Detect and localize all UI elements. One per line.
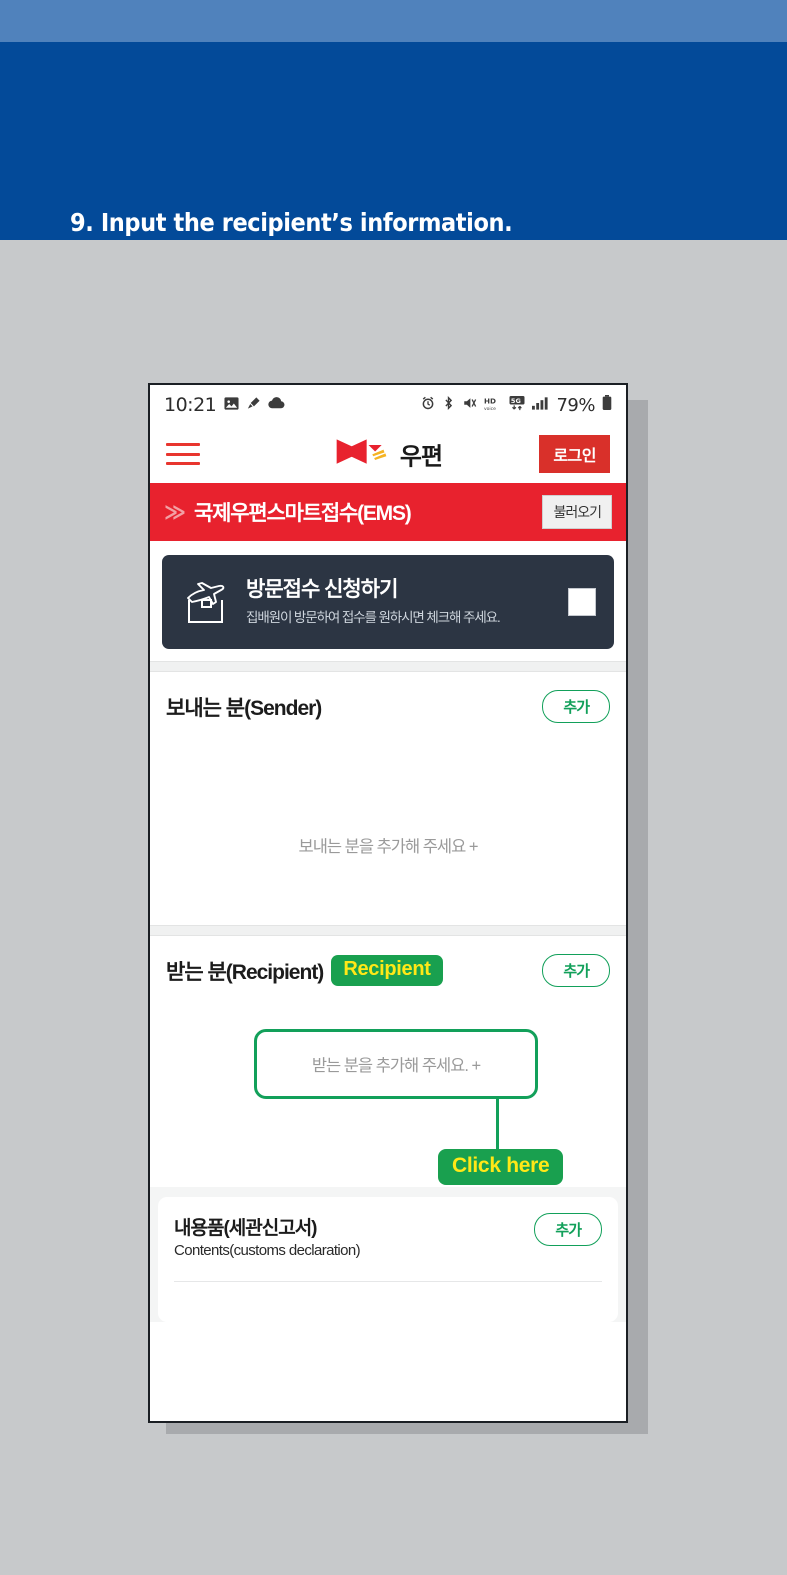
airplane-box-icon <box>178 578 232 626</box>
recipient-body: 받는 분을 추가해 주세요. + Click here <box>166 987 610 1187</box>
service-title: 국제우편스마트접수(EMS) <box>193 502 412 525</box>
status-clock: 10:21 <box>164 394 217 416</box>
svg-text:HD: HD <box>484 396 496 405</box>
sender-title: 보내는 분(Sender) <box>166 696 322 720</box>
status-bar: 10:21 HD voice 5G 79% <box>150 385 626 425</box>
click-here-callout: Click here <box>438 1149 564 1186</box>
section-divider <box>150 925 626 936</box>
instruction-banner: 9. Input the recipient’s information. <box>0 42 787 240</box>
load-saved-button[interactable]: 불러오기 <box>542 495 612 529</box>
svg-text:voice: voice <box>484 405 496 410</box>
phone-mockup: 10:21 HD voice 5G 79% 우편 로그인 ≫ 국제우편스마트접수… <box>148 383 628 1423</box>
add-contents-button[interactable]: 추가 <box>534 1213 602 1246</box>
page-root: 9. Input the recipient’s information. 10… <box>0 0 787 1575</box>
add-recipient-button[interactable]: 추가 <box>542 954 610 987</box>
5g-icon: 5G <box>509 395 525 415</box>
app-header: 우편 로그인 <box>150 425 626 483</box>
brand-lockup: 우편 <box>334 437 443 472</box>
alarm-icon <box>421 396 435 414</box>
contents-subtitle: Contents(customs declaration) <box>174 1242 361 1259</box>
visit-card-subtitle: 집배원이 방문하여 접수를 원하시면 체크해 주세요. <box>246 610 501 626</box>
contents-divider <box>174 1281 602 1282</box>
contents-card: 내용품(세관신고서) Contents(customs declaration)… <box>158 1197 618 1322</box>
add-recipient-dropzone[interactable]: 받는 분을 추가해 주세요. + <box>254 1029 538 1099</box>
image-icon <box>224 396 239 415</box>
brand-text: 우편 <box>399 443 443 471</box>
add-sender-button[interactable]: 추가 <box>542 690 610 723</box>
recipient-header: 받는 분(Recipient) Recipient 추가 <box>166 936 610 987</box>
status-left-icons <box>224 396 285 415</box>
recipient-title: 받는 분(Recipient) <box>166 960 324 984</box>
visit-pickup-checkbox[interactable] <box>568 588 596 616</box>
status-right-icons: HD voice 5G 79% <box>421 395 612 416</box>
contents-titles: 내용품(세관신고서) Contents(customs declaration) <box>174 1213 361 1259</box>
contents-header: 내용품(세관신고서) Contents(customs declaration)… <box>174 1213 602 1259</box>
cloud-icon <box>268 396 285 414</box>
contents-section: 내용품(세관신고서) Contents(customs declaration)… <box>150 1187 626 1322</box>
phone-screen: 10:21 HD voice 5G 79% 우편 로그인 ≫ 국제우편스마트접수… <box>150 385 626 1421</box>
page-title: 9. Input the recipient’s information. <box>70 208 513 237</box>
section-divider <box>150 661 626 672</box>
hamburger-icon[interactable] <box>166 443 200 465</box>
callout-connector-line <box>496 1099 499 1151</box>
visit-card-title: 방문접수 신청하기 <box>246 577 398 601</box>
chevron-right-icon: ≫ <box>164 500 186 524</box>
battery-icon <box>602 395 612 415</box>
signal-bars-icon <box>532 396 549 414</box>
visit-card-texts: 방문접수 신청하기 집배원이 방문하여 접수를 원하시면 체크해 주세요. <box>246 578 568 626</box>
sender-empty-hint[interactable]: 보내는 분을 추가해 주세요 + <box>166 833 610 857</box>
svg-text:5G: 5G <box>511 396 521 404</box>
recipient-section: 받는 분(Recipient) Recipient 추가 받는 분을 추가해 주… <box>150 936 626 1187</box>
login-button[interactable]: 로그인 <box>539 435 610 473</box>
sender-body: 보내는 분을 추가해 주세요 + <box>166 723 610 925</box>
bluetooth-icon <box>442 396 455 414</box>
mute-icon <box>462 396 477 414</box>
contents-title: 내용품(세관신고서) <box>174 1218 318 1239</box>
recipient-annotation-badge: Recipient <box>331 955 443 986</box>
hd-voice-icon: HD voice <box>484 396 502 415</box>
korea-post-logo-icon <box>334 437 392 472</box>
paint-icon <box>246 396 261 415</box>
sender-header: 보내는 분(Sender) 추가 <box>166 672 610 723</box>
top-accent-strip <box>0 0 787 42</box>
visit-card-wrapper: 방문접수 신청하기 집배원이 방문하여 접수를 원하시면 체크해 주세요. <box>150 541 626 661</box>
battery-percent: 79% <box>556 394 595 416</box>
visit-pickup-card[interactable]: 방문접수 신청하기 집배원이 방문하여 접수를 원하시면 체크해 주세요. <box>162 555 614 649</box>
sender-section: 보내는 분(Sender) 추가 보내는 분을 추가해 주세요 + <box>150 672 626 925</box>
service-subbar: ≫ 국제우편스마트접수(EMS) 불러오기 <box>150 483 626 541</box>
